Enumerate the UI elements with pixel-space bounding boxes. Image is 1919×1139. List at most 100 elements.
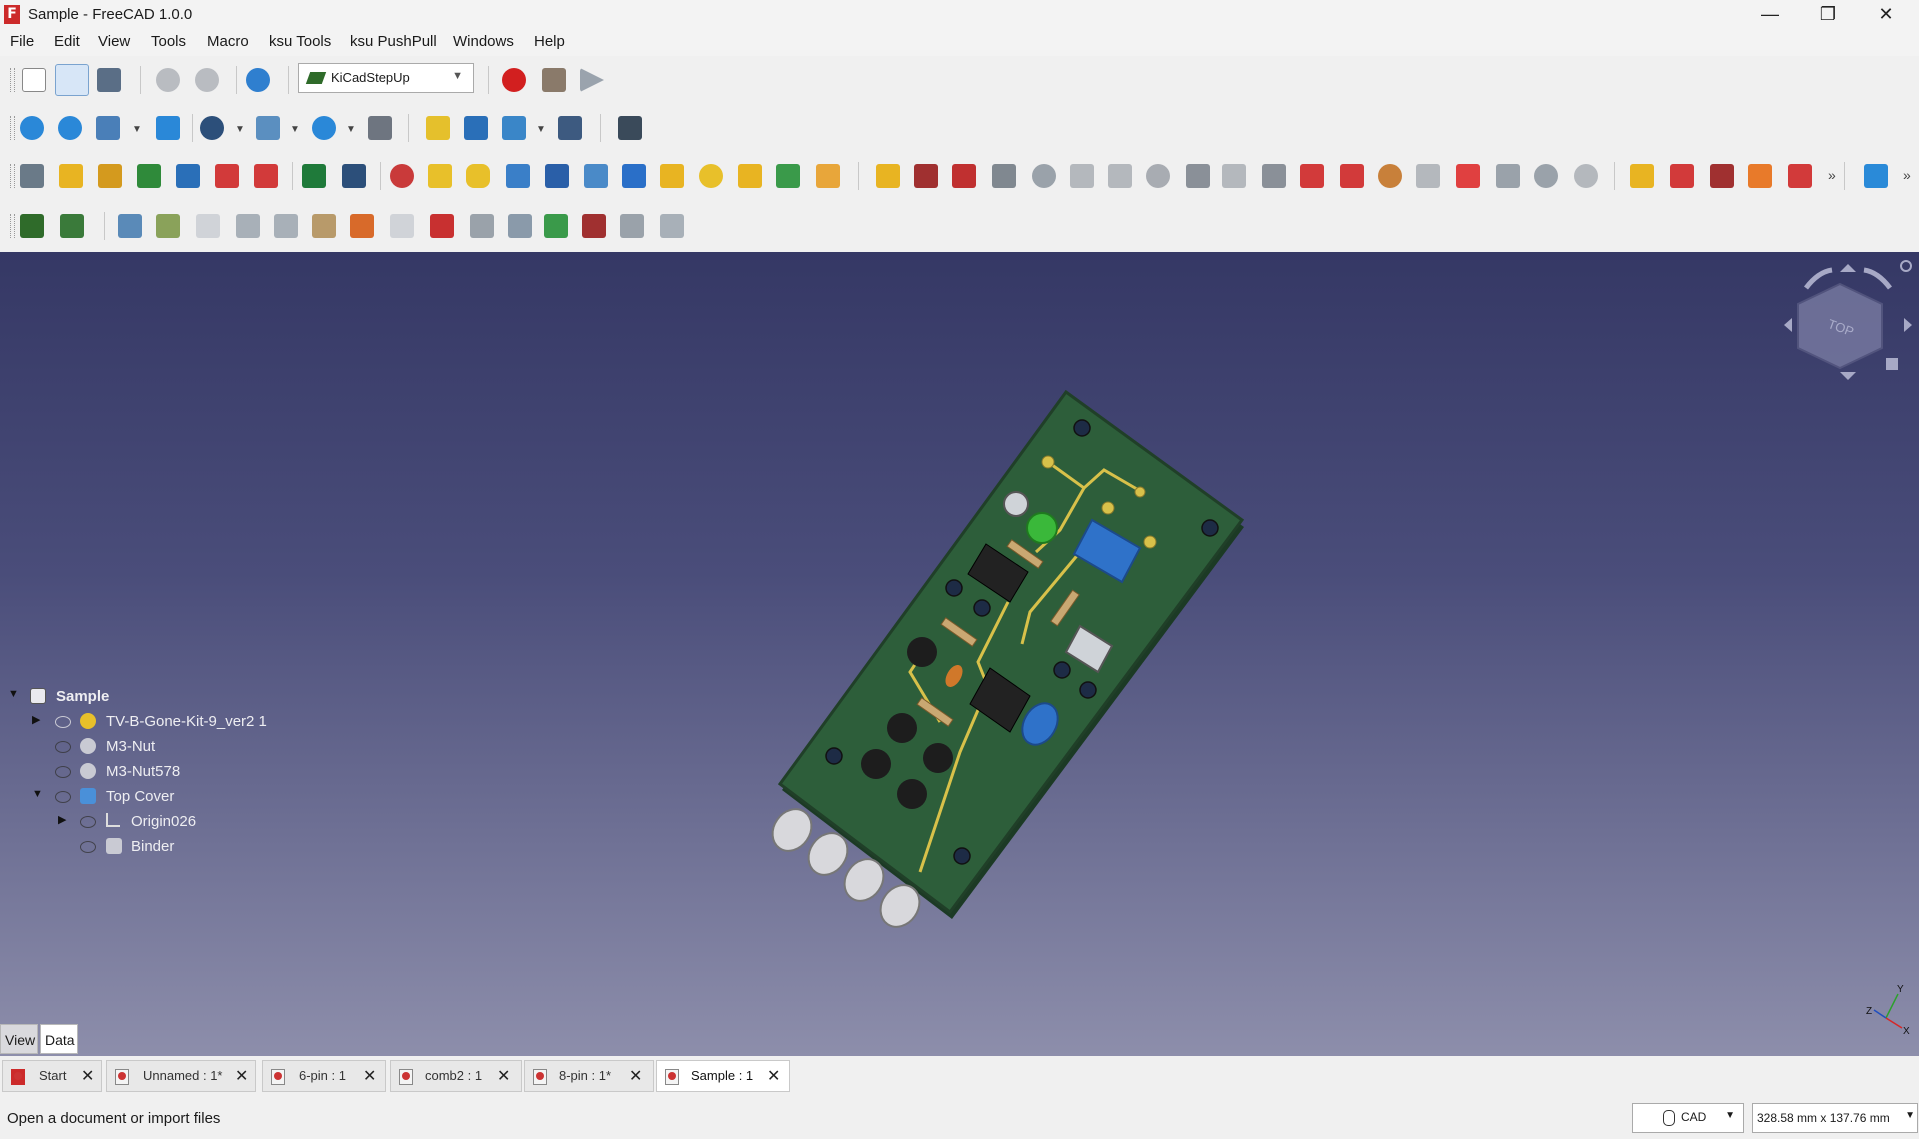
fillet-icon[interactable]	[776, 164, 800, 188]
cylinder-icon[interactable]	[466, 164, 490, 188]
close-button[interactable]: ✕	[1857, 0, 1915, 30]
open-document-icon[interactable]	[55, 64, 89, 96]
sync-view-icon[interactable]	[156, 116, 180, 140]
fit-all-icon[interactable]	[20, 116, 44, 140]
move-icon[interactable]	[1630, 164, 1654, 188]
tab-view[interactable]: View	[0, 1024, 38, 1054]
chevron-right-icon[interactable]: ▶	[32, 713, 40, 726]
overflow-chevron-icon[interactable]: »	[1828, 167, 1836, 183]
pocket-icon[interactable]	[914, 164, 938, 188]
import-sketch-icon[interactable]	[302, 164, 326, 188]
fit-selection-icon[interactable]	[58, 116, 82, 140]
cube-icon[interactable]	[196, 214, 220, 238]
pad-icon[interactable]	[876, 164, 900, 188]
menu-file[interactable]: File	[10, 33, 34, 50]
redo-icon[interactable]	[195, 68, 219, 92]
measure-icon[interactable]	[312, 116, 336, 140]
variable-set-icon[interactable]	[558, 116, 582, 140]
toolbar-handle[interactable]	[10, 116, 15, 140]
push-pcb-icon[interactable]	[544, 214, 568, 238]
mirror-model-icon[interactable]	[508, 214, 532, 238]
tab-comb2[interactable]: comb2 : 1 ✕	[390, 1060, 522, 1092]
hole-icon[interactable]	[952, 164, 976, 188]
shape-binder-icon[interactable]	[390, 164, 414, 188]
navcube-rotate-right-icon[interactable]	[1863, 267, 1892, 290]
close-icon[interactable]: ✕	[497, 1066, 510, 1086]
measure-angle-icon[interactable]	[1534, 164, 1558, 188]
visibility-hidden-icon[interactable]	[80, 816, 96, 828]
tab-8-pin[interactable]: 8-pin : 1* ✕	[524, 1060, 654, 1092]
menu-edit[interactable]: Edit	[54, 33, 80, 50]
extrude-icon[interactable]	[660, 164, 684, 188]
toolbar-handle[interactable]	[10, 68, 15, 92]
navcube-up-arrow-icon[interactable]	[1840, 264, 1856, 272]
draw-style-icon[interactable]	[200, 116, 224, 140]
close-icon[interactable]: ✕	[81, 1066, 94, 1086]
chevron-down-icon[interactable]: ▼	[8, 688, 19, 700]
chevron-down-icon[interactable]: ▼	[235, 124, 245, 135]
edge-tool-icon[interactable]	[1340, 164, 1364, 188]
revolve-icon[interactable]	[699, 164, 723, 188]
fuse-icon[interactable]	[506, 164, 530, 188]
undo-icon[interactable]	[156, 68, 180, 92]
pull-model-icon[interactable]	[215, 164, 239, 188]
simplify-icon[interactable]	[390, 214, 414, 238]
toolbar-handle[interactable]	[10, 214, 15, 238]
save-icon[interactable]	[97, 68, 121, 92]
chamfer-icon[interactable]	[816, 164, 840, 188]
navcube-down-arrow-icon[interactable]	[1840, 372, 1856, 380]
close-icon[interactable]: ✕	[629, 1066, 642, 1086]
visibility-eye-icon[interactable]	[55, 716, 71, 728]
cubes-icon[interactable]	[236, 214, 260, 238]
kicad-footprint-icon[interactable]	[60, 214, 84, 238]
tab-6-pin[interactable]: 6-pin : 1 ✕	[262, 1060, 386, 1092]
gear-icon[interactable]	[1378, 164, 1402, 188]
menu-macro[interactable]: Macro	[207, 33, 249, 50]
offset-icon[interactable]	[1070, 164, 1094, 188]
tab-start[interactable]: Start ✕	[2, 1060, 102, 1092]
close-icon[interactable]: ✕	[235, 1066, 248, 1086]
navigation-cube[interactable]: TOP	[1784, 260, 1912, 380]
standard-views-icon[interactable]	[256, 116, 280, 140]
tab-unnamed[interactable]: Unnamed : 1* ✕	[106, 1060, 256, 1092]
vrml-export-icon[interactable]	[660, 214, 684, 238]
push-model-icon[interactable]	[176, 164, 200, 188]
pull-pcb-icon[interactable]	[582, 214, 606, 238]
navcube-view-menu-icon[interactable]	[1886, 358, 1898, 370]
align-icon[interactable]	[1710, 164, 1734, 188]
common-icon[interactable]	[584, 164, 608, 188]
navcube-menu-icon[interactable]	[1900, 260, 1912, 272]
3d-viewport[interactable]: TOP Y X Z	[0, 252, 1919, 1056]
place-icon[interactable]	[1748, 164, 1772, 188]
delete-icon[interactable]	[1864, 164, 1888, 188]
tab-sample[interactable]: Sample : 1 ✕	[656, 1060, 790, 1092]
macro-editor-icon[interactable]	[542, 68, 566, 92]
kicad-board-icon[interactable]	[20, 214, 44, 238]
cut-icon[interactable]	[545, 164, 569, 188]
dimension-display[interactable]: 328.58 mm x 137.76 mm ▼	[1752, 1103, 1918, 1133]
chevron-down-icon[interactable]: ▼	[290, 124, 300, 135]
compound-icon[interactable]	[1262, 164, 1286, 188]
new-document-icon[interactable]	[22, 68, 46, 92]
visibility-hidden-icon[interactable]	[55, 791, 71, 803]
split-icon[interactable]	[1108, 164, 1132, 188]
check-solid-icon[interactable]	[430, 214, 454, 238]
menu-ksu-tools[interactable]: ksu Tools	[269, 33, 331, 50]
measure-distance-icon[interactable]	[1574, 164, 1598, 188]
menu-windows[interactable]: Windows	[453, 33, 514, 50]
isometric-view-icon[interactable]	[96, 116, 120, 140]
minimize-button[interactable]: —	[1741, 0, 1799, 30]
snap-icon[interactable]	[1788, 164, 1812, 188]
sketch-tool-icon[interactable]	[20, 164, 44, 188]
pcb-model[interactable]	[765, 389, 1245, 934]
visibility-hidden-icon[interactable]	[55, 741, 71, 753]
sweep-icon[interactable]	[1222, 164, 1246, 188]
measure-tool-icon[interactable]	[368, 116, 392, 140]
branch-icon[interactable]	[1496, 164, 1520, 188]
close-icon[interactable]: ✕	[767, 1066, 780, 1086]
helix-icon[interactable]	[1146, 164, 1170, 188]
chevron-right-icon[interactable]: ▶	[58, 813, 66, 826]
close-icon[interactable]: ✕	[363, 1066, 376, 1086]
navigation-style-selector[interactable]: CAD ▼	[1632, 1103, 1744, 1133]
tab-data[interactable]: Data	[40, 1024, 78, 1054]
